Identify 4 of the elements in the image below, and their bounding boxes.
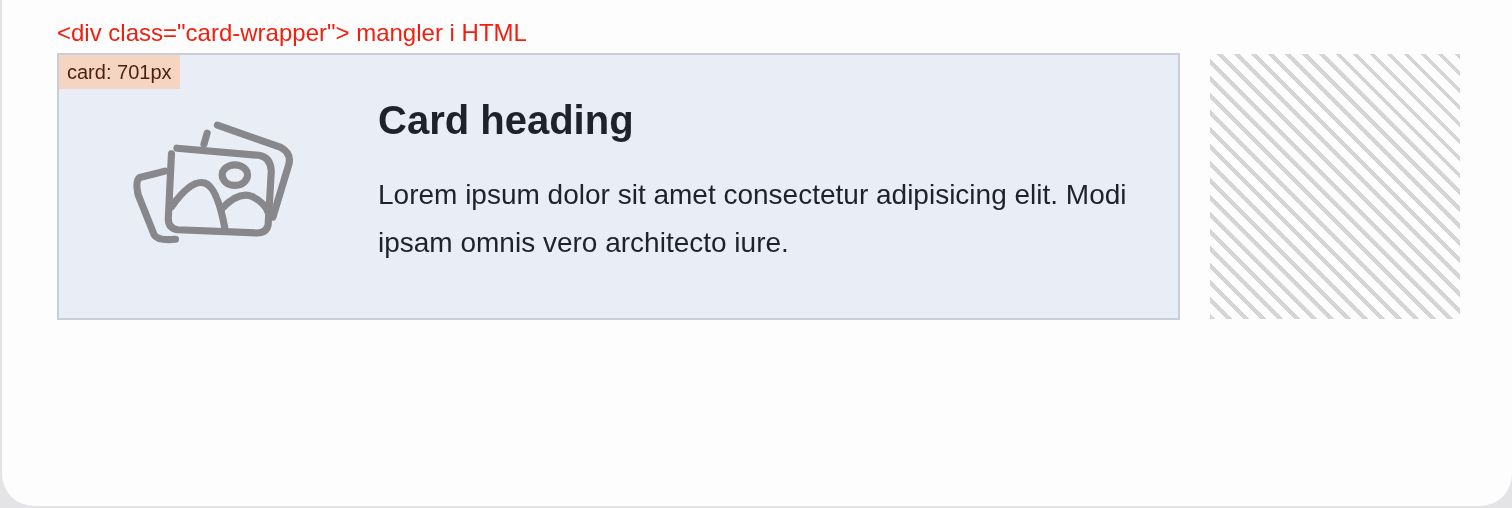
card-heading: Card heading [378, 96, 635, 143]
card-text: Lorem ipsum dolor sit amet consectetur adipisicing elit. Modi ipsam omnis vero architecto iure. [378, 177, 1128, 260]
warning-text: <div class="card-wrapper"> mangler i HTML [57, 18, 528, 48]
size-label: card: 701px [59, 55, 180, 89]
